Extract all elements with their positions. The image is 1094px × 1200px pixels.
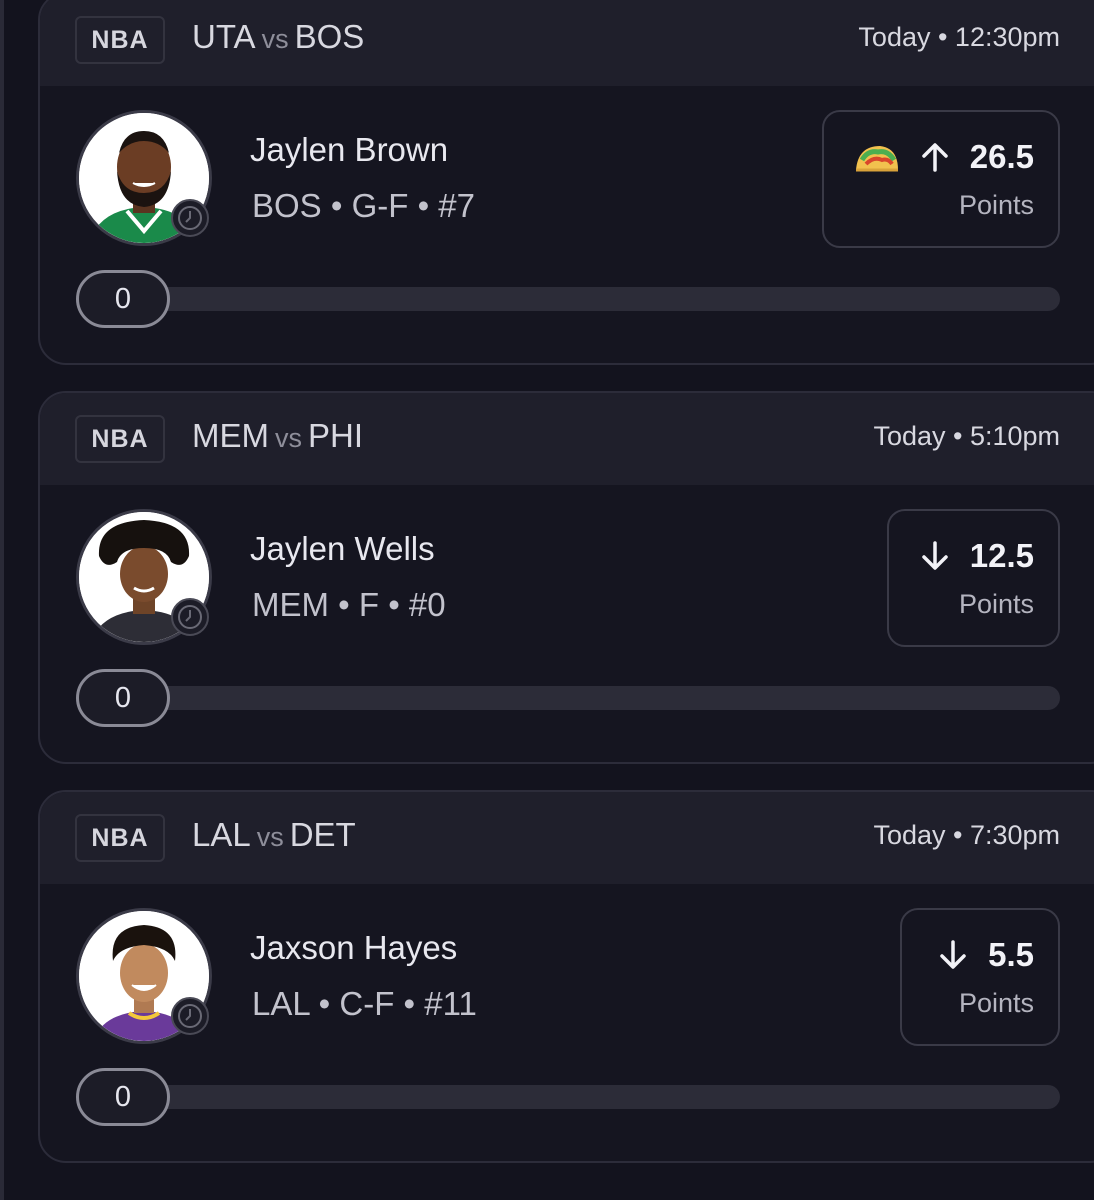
taco-icon bbox=[855, 146, 898, 172]
team-b: DET bbox=[289, 816, 356, 853]
prop-card[interactable]: NBA LAL vs DET Today • 7:30pm Jaxson Hay… bbox=[38, 790, 1094, 1163]
game-time: Today • 7:30pm bbox=[873, 820, 1060, 850]
progress-track bbox=[130, 686, 1060, 710]
pick-value: 26.5 bbox=[969, 138, 1034, 175]
team-a: MEM bbox=[192, 417, 269, 454]
pick-stat: Points bbox=[958, 988, 1034, 1018]
arrow-up-icon bbox=[922, 143, 948, 172]
pick-line: 12.5 bbox=[918, 537, 1034, 575]
player-name: Jaxson Hayes bbox=[250, 929, 458, 966]
card-header: NBA UTA vs BOS Today • 12:30pm bbox=[40, 0, 1094, 86]
pick-value: 5.5 bbox=[988, 936, 1034, 973]
pick-stat: Points bbox=[958, 190, 1034, 220]
matchup: UTA vs BOS bbox=[192, 18, 364, 56]
league-badge: NBA bbox=[75, 814, 165, 862]
left-divider bbox=[0, 0, 4, 1200]
player-meta: MEM • F • #0 bbox=[252, 586, 446, 623]
pick-stat: Points bbox=[958, 589, 1034, 619]
progress-value-pill: 0 bbox=[76, 1068, 170, 1126]
team-b: BOS bbox=[294, 18, 365, 55]
player-name: Jaylen Brown bbox=[250, 131, 449, 168]
team-b: PHI bbox=[308, 417, 364, 454]
arrow-down-icon bbox=[922, 541, 948, 570]
progress-value-pill: 0 bbox=[76, 270, 170, 328]
pick-line: 26.5 bbox=[852, 138, 1034, 176]
clock-icon bbox=[171, 199, 209, 237]
team-a: LAL bbox=[192, 816, 251, 853]
pick-box[interactable]: 26.5 Points bbox=[822, 110, 1060, 248]
props-list-page: NBA UTA vs BOS Today • 12:30pm Jaylen Br… bbox=[0, 0, 1094, 1200]
vs-label: vs bbox=[261, 24, 289, 54]
vs-label: vs bbox=[275, 423, 302, 453]
progress-track bbox=[130, 1085, 1060, 1109]
player-name: Jaylen Wells bbox=[250, 530, 435, 567]
pick-line: 5.5 bbox=[936, 936, 1034, 974]
league-badge: NBA bbox=[75, 415, 165, 463]
vs-label: vs bbox=[256, 822, 284, 852]
card-header: NBA LAL vs DET Today • 7:30pm bbox=[40, 792, 1094, 884]
player-meta: LAL • C-F • #11 bbox=[252, 985, 477, 1022]
clock-icon bbox=[171, 997, 209, 1035]
progress-value-pill: 0 bbox=[76, 669, 170, 727]
game-time: Today • 12:30pm bbox=[858, 22, 1060, 52]
game-time: Today • 5:10pm bbox=[873, 421, 1060, 451]
pick-box[interactable]: 5.5 Points bbox=[900, 908, 1060, 1046]
prop-card[interactable]: NBA UTA vs BOS Today • 12:30pm Jaylen Br… bbox=[38, 0, 1094, 365]
matchup: MEM vs PHI bbox=[192, 417, 363, 455]
card-header: NBA MEM vs PHI Today • 5:10pm bbox=[40, 393, 1094, 485]
clock-icon bbox=[171, 598, 209, 636]
arrow-down-icon bbox=[940, 940, 966, 969]
league-badge: NBA bbox=[75, 16, 165, 64]
progress-track bbox=[130, 287, 1060, 311]
pick-value: 12.5 bbox=[969, 537, 1034, 574]
prop-card[interactable]: NBA MEM vs PHI Today • 5:10pm Jaylen Wells bbox=[38, 391, 1094, 764]
matchup: LAL vs DET bbox=[192, 816, 356, 854]
player-meta: BOS • G-F • #7 bbox=[252, 187, 475, 224]
team-a: UTA bbox=[192, 18, 256, 55]
pick-box[interactable]: 12.5 Points bbox=[887, 509, 1060, 647]
